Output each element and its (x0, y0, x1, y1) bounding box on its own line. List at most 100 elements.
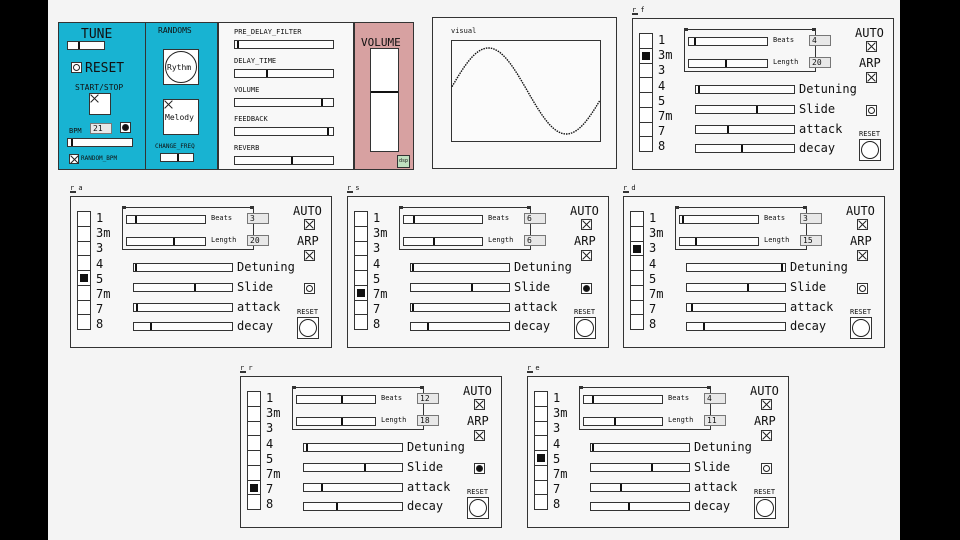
beats-slider[interactable] (403, 215, 483, 224)
step-radio[interactable] (534, 391, 548, 510)
start-stop-toggle[interactable] (89, 93, 111, 115)
step-cell-0[interactable] (631, 212, 643, 227)
step-cell-1[interactable] (640, 49, 652, 64)
slide-slider[interactable] (590, 463, 690, 472)
arp-toggle[interactable] (474, 430, 485, 441)
beats-slider[interactable] (688, 37, 768, 46)
length-number[interactable]: 11 (704, 415, 726, 426)
step-cell-1[interactable] (355, 227, 367, 242)
detuning-slider[interactable] (410, 263, 510, 272)
step-cell-6[interactable] (535, 481, 547, 496)
reset-bang[interactable] (574, 317, 596, 339)
bpm-slider[interactable] (67, 138, 133, 147)
step-cell-2[interactable] (78, 242, 90, 257)
step-cell-4[interactable] (640, 93, 652, 108)
step-cell-6[interactable] (248, 481, 260, 496)
fx-slider-1[interactable] (234, 69, 334, 78)
step-cell-2[interactable] (631, 242, 643, 257)
slide-bang[interactable] (581, 283, 592, 294)
length-number[interactable]: 18 (417, 415, 439, 426)
length-slider[interactable] (688, 59, 768, 68)
length-slider[interactable] (583, 417, 663, 426)
arp-toggle[interactable] (761, 430, 772, 441)
decay-slider[interactable] (133, 322, 233, 331)
bpm-bang[interactable] (120, 122, 131, 133)
step-cell-0[interactable] (535, 392, 547, 407)
step-cell-6[interactable] (78, 301, 90, 316)
step-cell-3[interactable] (248, 436, 260, 451)
arp-toggle[interactable] (581, 250, 592, 261)
beats-slider[interactable] (126, 215, 206, 224)
beats-number[interactable]: 3 (800, 213, 822, 224)
slide-slider[interactable] (410, 283, 510, 292)
fx-slider-0[interactable] (234, 40, 334, 49)
step-cell-0[interactable] (248, 392, 260, 407)
beats-number[interactable]: 4 (704, 393, 726, 404)
step-cell-4[interactable] (78, 271, 90, 286)
step-cell-0[interactable] (78, 212, 90, 227)
reset-bang[interactable] (850, 317, 872, 339)
step-cell-4[interactable] (535, 451, 547, 466)
step-cell-1[interactable] (535, 407, 547, 422)
step-cell-2[interactable] (355, 242, 367, 257)
change-freq-slider[interactable] (160, 153, 194, 162)
step-cell-0[interactable] (355, 212, 367, 227)
arp-toggle[interactable] (857, 250, 868, 261)
fx-slider-3[interactable] (234, 127, 334, 136)
length-number[interactable]: 20 (247, 235, 269, 246)
step-cell-0[interactable] (640, 34, 652, 49)
step-cell-3[interactable] (631, 256, 643, 271)
decay-slider[interactable] (686, 322, 786, 331)
auto-toggle[interactable] (581, 219, 592, 230)
random-bpm-toggle[interactable] (69, 154, 79, 164)
beats-slider[interactable] (679, 215, 759, 224)
step-cell-5[interactable] (640, 108, 652, 123)
step-cell-4[interactable] (355, 271, 367, 286)
step-cell-3[interactable] (640, 78, 652, 93)
step-radio[interactable] (354, 211, 368, 330)
step-cell-7[interactable] (78, 315, 90, 330)
fx-slider-2[interactable] (234, 98, 334, 107)
step-cell-3[interactable] (355, 256, 367, 271)
detuning-slider[interactable] (590, 443, 690, 452)
step-cell-5[interactable] (248, 466, 260, 481)
slide-bang[interactable] (761, 463, 772, 474)
step-cell-1[interactable] (248, 407, 260, 422)
detuning-slider[interactable] (686, 263, 786, 272)
step-cell-1[interactable] (631, 227, 643, 242)
beats-number[interactable]: 6 (524, 213, 546, 224)
slide-bang[interactable] (866, 105, 877, 116)
attack-slider[interactable] (133, 303, 233, 312)
arp-toggle[interactable] (866, 72, 877, 83)
beats-number[interactable]: 12 (417, 393, 439, 404)
auto-toggle[interactable] (857, 219, 868, 230)
bpm-number[interactable]: 21 (90, 123, 112, 134)
reset-bang[interactable] (859, 139, 881, 161)
detuning-slider[interactable] (133, 263, 233, 272)
length-number[interactable]: 15 (800, 235, 822, 246)
decay-slider[interactable] (695, 144, 795, 153)
decay-slider[interactable] (410, 322, 510, 331)
beats-number[interactable]: 3 (247, 213, 269, 224)
step-radio[interactable] (247, 391, 261, 510)
length-slider[interactable] (403, 237, 483, 246)
reset-bang[interactable] (71, 62, 82, 73)
auto-toggle[interactable] (866, 41, 877, 52)
dsp-toggle[interactable]: dsp (397, 155, 410, 168)
step-cell-2[interactable] (535, 422, 547, 437)
step-cell-7[interactable] (248, 495, 260, 510)
slide-bang[interactable] (304, 283, 315, 294)
slide-slider[interactable] (133, 283, 233, 292)
step-cell-3[interactable] (78, 256, 90, 271)
step-cell-4[interactable] (631, 271, 643, 286)
slide-bang[interactable] (857, 283, 868, 294)
step-cell-2[interactable] (640, 64, 652, 79)
step-cell-7[interactable] (535, 495, 547, 510)
step-radio[interactable] (630, 211, 644, 330)
step-cell-7[interactable] (640, 137, 652, 152)
step-cell-5[interactable] (631, 286, 643, 301)
step-cell-7[interactable] (355, 315, 367, 330)
slide-slider[interactable] (695, 105, 795, 114)
reset-bang[interactable] (754, 497, 776, 519)
length-slider[interactable] (296, 417, 376, 426)
